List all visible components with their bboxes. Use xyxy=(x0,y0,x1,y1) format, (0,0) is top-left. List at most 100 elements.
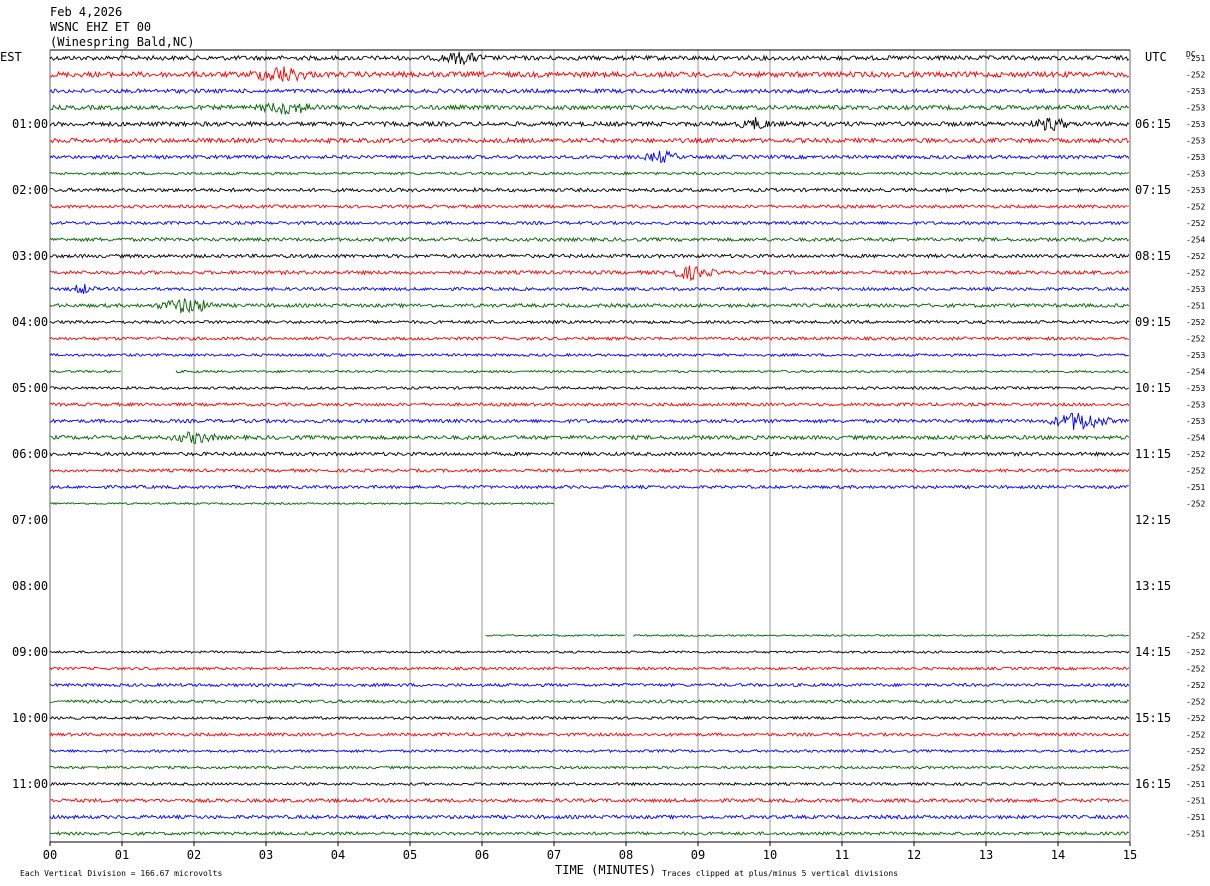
est-label-03:00: 03:00 xyxy=(12,249,48,263)
trace-row-38 xyxy=(49,682,1130,688)
dc-offset-row-19: -254 xyxy=(1186,368,1205,377)
trace-row-22 xyxy=(49,412,1130,431)
trace-row-42 xyxy=(49,748,1130,754)
x-axis-ticks: 00 01 02 03 04 05 06 07 08 09 10 11 12 13 14 15 xyxy=(43,842,1137,862)
dc-offset-row-1: -252 xyxy=(1186,71,1205,80)
dc-offset-row-40: -252 xyxy=(1186,714,1205,723)
trace-row-44 xyxy=(49,781,1130,787)
dc-offset-row-26: -251 xyxy=(1186,483,1205,492)
trace-row-3 xyxy=(49,102,1129,116)
utc-label-07:15: 07:15 xyxy=(1135,183,1171,197)
trace-row-39 xyxy=(49,698,1130,705)
x-tick-06: 06 xyxy=(475,848,489,862)
dc-offset-row-8: -253 xyxy=(1186,186,1205,195)
x-tick-00: 00 xyxy=(43,848,57,862)
trace-row-40 xyxy=(49,715,1130,721)
dc-offset-row-41: -252 xyxy=(1186,731,1205,740)
trace-row-47 xyxy=(49,831,1129,837)
dc-offset-row-22: -253 xyxy=(1186,417,1205,426)
x-tick-07: 07 xyxy=(547,848,561,862)
dc-offset-row-38: -252 xyxy=(1186,681,1205,690)
dc-offset-row-17: -252 xyxy=(1186,335,1205,344)
x-tick-08: 08 xyxy=(619,848,633,862)
station-name: WSNC EHZ ET 00 xyxy=(50,20,151,34)
dc-offset-row-6: -253 xyxy=(1186,153,1205,162)
trace-row-35-seg-1 xyxy=(632,633,1129,638)
dc-offset-row-45: -251 xyxy=(1186,797,1205,806)
utc-label-10:15: 10:15 xyxy=(1135,381,1171,395)
dc-offset-row-36: -252 xyxy=(1186,648,1205,657)
trace-row-23 xyxy=(49,431,1130,445)
dc-offset-labels: -251 -252 -253 -253 -253 -253 -253 -253 -253 -252… xyxy=(1186,54,1205,839)
clip-note: Traces clipped at plus/minus 5 vertical … xyxy=(662,869,898,878)
est-label-08:00: 08:00 xyxy=(12,579,48,593)
trace-row-1 xyxy=(49,66,1130,83)
x-tick-15: 15 xyxy=(1123,848,1137,862)
est-label-04:00: 04:00 xyxy=(12,315,48,329)
dc-offset-row-5: -253 xyxy=(1186,137,1205,146)
est-label-05:00: 05:00 xyxy=(12,381,48,395)
dc-offset-row-14: -253 xyxy=(1186,285,1205,294)
est-label-07:00: 07:00 xyxy=(12,513,48,527)
x-tick-04: 04 xyxy=(331,848,345,862)
trace-row-26 xyxy=(49,484,1129,490)
trace-row-19-seg-0 xyxy=(49,369,122,374)
dc-offset-row-20: -253 xyxy=(1186,384,1205,393)
dc-offset-row-15: -251 xyxy=(1186,302,1205,311)
dc-offset-row-0: -251 xyxy=(1186,54,1205,63)
dc-offset-row-18: -253 xyxy=(1186,351,1205,360)
trace-row-36 xyxy=(49,650,1130,654)
right-zone-label: UTC xyxy=(1145,50,1167,64)
trace-row-17 xyxy=(49,335,1129,342)
utc-label-16:15: 16:15 xyxy=(1135,777,1171,791)
dc-offset-row-16: -252 xyxy=(1186,318,1205,327)
utc-label-12:15: 12:15 xyxy=(1135,513,1171,527)
est-label-06:00: 06:00 xyxy=(12,447,48,461)
dc-offset-row-35: -252 xyxy=(1186,632,1205,641)
dc-offset-row-47: -251 xyxy=(1186,830,1205,839)
x-tick-10: 10 xyxy=(763,848,777,862)
x-tick-09: 09 xyxy=(691,848,705,862)
trace-row-46 xyxy=(49,814,1129,821)
trace-row-21 xyxy=(49,401,1130,408)
dc-offset-row-3: -253 xyxy=(1186,104,1205,113)
dc-offset-row-10: -252 xyxy=(1186,219,1205,228)
plot-date: Feb 4,2026 xyxy=(50,5,122,19)
trace-row-5 xyxy=(49,136,1130,145)
utc-label-11:15: 11:15 xyxy=(1135,447,1171,461)
trace-row-4 xyxy=(49,117,1130,132)
dc-offset-row-12: -252 xyxy=(1186,252,1205,261)
trace-row-15 xyxy=(49,297,1130,314)
minute-gridlines xyxy=(49,49,1131,843)
trace-row-41 xyxy=(49,731,1130,737)
est-hour-labels: 01:00 02:00 03:00 04:00 05:00 06:00 07:00 08:00… xyxy=(12,117,48,791)
est-label-09:00: 09:00 xyxy=(12,645,48,659)
trace-row-13 xyxy=(49,265,1129,282)
dc-offset-row-27: -252 xyxy=(1186,500,1205,509)
est-label-11:00: 11:00 xyxy=(12,777,48,791)
x-tick-13: 13 xyxy=(979,848,993,862)
trace-row-7 xyxy=(49,171,1130,176)
trace-row-14 xyxy=(49,284,1130,295)
utc-label-09:15: 09:15 xyxy=(1135,315,1171,329)
est-label-01:00: 01:00 xyxy=(12,117,48,131)
dc-offset-row-11: -254 xyxy=(1186,236,1205,245)
x-tick-05: 05 xyxy=(403,848,417,862)
dc-offset-row-44: -251 xyxy=(1186,780,1205,789)
dc-offset-row-21: -253 xyxy=(1186,401,1205,410)
trace-row-0 xyxy=(49,51,1130,66)
x-axis-title: TIME (MINUTES) xyxy=(555,863,656,877)
utc-label-06:15: 06:15 xyxy=(1135,117,1171,131)
dc-offset-row-13: -252 xyxy=(1186,269,1205,278)
dc-offset-row-46: -251 xyxy=(1186,813,1205,822)
utc-label-15:15: 15:15 xyxy=(1135,711,1171,725)
est-label-02:00: 02:00 xyxy=(12,183,48,197)
dc-offset-row-9: -252 xyxy=(1186,203,1205,212)
trace-row-43 xyxy=(49,765,1130,770)
dc-offset-row-4: -253 xyxy=(1186,120,1205,129)
x-tick-12: 12 xyxy=(907,848,921,862)
trace-row-45 xyxy=(49,797,1129,804)
trace-row-37 xyxy=(49,666,1130,671)
dc-offset-row-37: -252 xyxy=(1186,665,1205,674)
scale-note: Each Vertical Division = 166.67 microvol… xyxy=(20,869,222,878)
